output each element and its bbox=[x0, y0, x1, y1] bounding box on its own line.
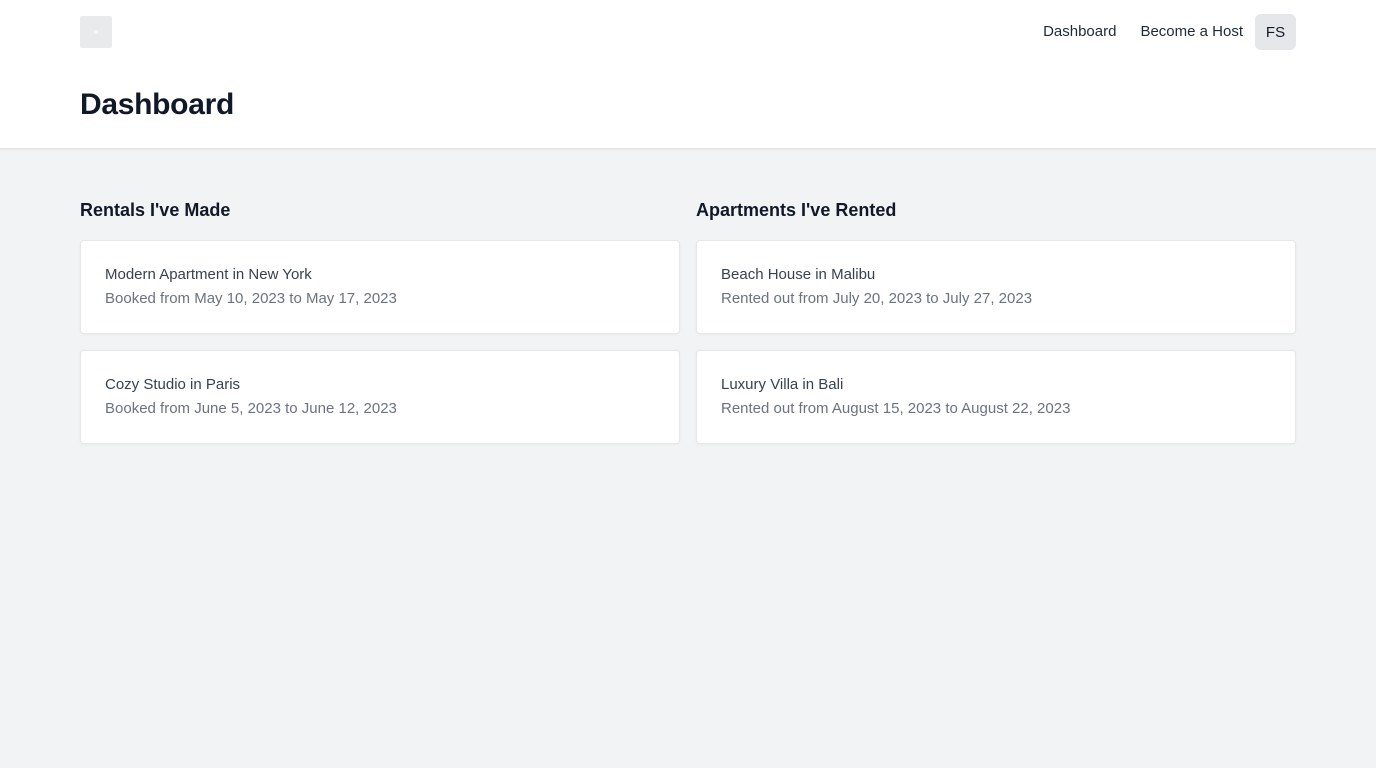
nav-link-dashboard[interactable]: Dashboard bbox=[1031, 14, 1128, 50]
rental-dates: Booked from May 10, 2023 to May 17, 2023 bbox=[105, 290, 397, 307]
nav-menu: Dashboard Become a Host FS bbox=[1031, 14, 1296, 50]
apartment-dates: Rented out from August 15, 2023 to Augus… bbox=[721, 400, 1071, 417]
rental-dates: Booked from June 5, 2023 to June 12, 202… bbox=[105, 400, 397, 417]
rental-name: Cozy Studio in Paris bbox=[105, 376, 241, 393]
nav-link-become-host[interactable]: Become a Host bbox=[1128, 14, 1255, 50]
apartment-card[interactable]: Luxury Villa in Bali Rented out from Aug… bbox=[696, 350, 1296, 444]
rental-card[interactable]: Modern Apartment in New York Booked from… bbox=[80, 240, 680, 334]
apartment-name: Beach House in Malibu bbox=[721, 266, 876, 283]
section-title-apartments-rented: Apartments I've Rented bbox=[696, 200, 897, 220]
apartment-card[interactable]: Beach House in Malibu Rented out from Ju… bbox=[696, 240, 1296, 334]
avatar-initials: FS bbox=[1265, 23, 1286, 41]
rental-name: Modern Apartment in New York bbox=[105, 266, 312, 283]
rentals-made-section: Rentals I've Made Modern Apartment in Ne… bbox=[80, 198, 680, 460]
apartments-rented-section: Apartments I've Rented Beach House in Ma… bbox=[696, 198, 1296, 460]
page-header: Dashboard bbox=[0, 64, 1376, 149]
section-title-rentals-made: Rentals I've Made bbox=[80, 200, 231, 220]
top-navbar: Dashboard Become a Host FS bbox=[0, 0, 1376, 64]
page-title: Dashboard bbox=[80, 88, 234, 121]
logo-icon[interactable] bbox=[80, 16, 112, 48]
apartment-dates: Rented out from July 20, 2023 to July 27… bbox=[721, 290, 1033, 307]
rental-card[interactable]: Cozy Studio in Paris Booked from June 5,… bbox=[80, 350, 680, 444]
logo-dot bbox=[94, 30, 98, 34]
apartment-name: Luxury Villa in Bali bbox=[721, 376, 844, 393]
user-avatar-button[interactable]: FS bbox=[1255, 14, 1296, 50]
